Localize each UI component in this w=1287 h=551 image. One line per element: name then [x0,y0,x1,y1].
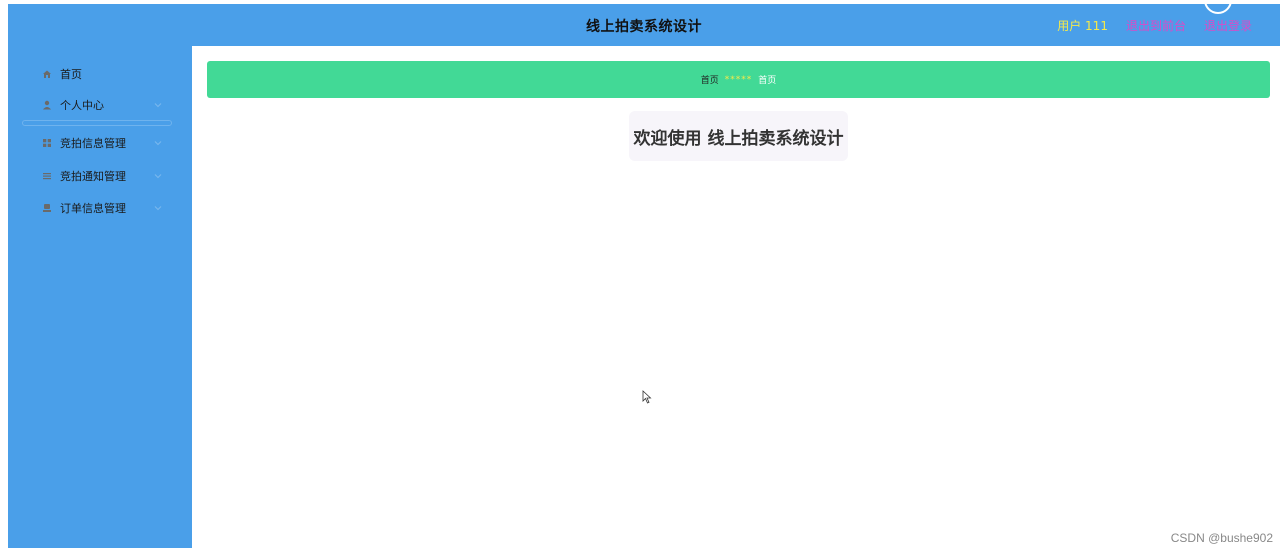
main-content: 首页 ***** 首页 欢迎使用 线上拍卖系统设计 [192,46,1280,548]
breadcrumb-home-link[interactable]: 首页 [701,73,719,86]
logout-link[interactable]: 退出登录 [1204,17,1252,34]
order-icon [42,203,52,213]
chevron-down-icon[interactable] [154,139,162,147]
sidebar-item-label: 首页 [60,68,82,81]
sidebar-item-home[interactable]: 首页 [8,61,192,87]
grid-icon [42,138,52,148]
chevron-down-icon[interactable] [154,204,162,212]
chevron-down-icon[interactable] [154,172,162,180]
welcome-banner: 欢迎使用 线上拍卖系统设计 [629,111,848,161]
sidebar-item-label: 竞拍信息管理 [60,137,126,150]
current-user-label: 用户 111 [1057,19,1108,33]
breadcrumb-separator: ***** [724,74,753,85]
chevron-down-icon[interactable] [154,101,162,109]
mouse-cursor-icon [642,390,652,404]
submenu-divider [22,120,172,126]
sidebar-item-order-info[interactable]: 订单信息管理 [8,195,192,221]
sidebar-item-label: 个人中心 [60,99,104,112]
breadcrumb-current: 首页 [758,76,777,86]
sidebar-item-auction-info[interactable]: 竞拍信息管理 [8,130,192,156]
avatar[interactable] [1204,4,1232,14]
sidebar-item-auction-notice[interactable]: 竞拍通知管理 [8,163,192,189]
user-icon [42,100,52,110]
watermark: CSDN @bushe902 [1170,531,1273,545]
breadcrumb: 首页 ***** 首页 [207,61,1270,98]
sidebar-item-label: 订单信息管理 [60,202,126,215]
app-window: 线上拍卖系统设计 用户 111 退出到前台 退出登录 首页 个人中心 竞拍信息管… [8,4,1280,548]
list-icon [42,171,52,181]
header-actions: 用户 111 退出到前台 退出登录 [1057,17,1252,34]
home-icon [42,69,52,79]
sidebar-item-personal-center[interactable]: 个人中心 [8,92,192,118]
exit-to-front-link[interactable]: 退出到前台 [1126,17,1186,34]
sidebar-item-label: 竞拍通知管理 [60,170,126,183]
top-header: 线上拍卖系统设计 用户 111 退出到前台 退出登录 [8,4,1280,46]
sidebar: 首页 个人中心 竞拍信息管理 竞拍通知管理 订单信息管理 [8,46,192,548]
